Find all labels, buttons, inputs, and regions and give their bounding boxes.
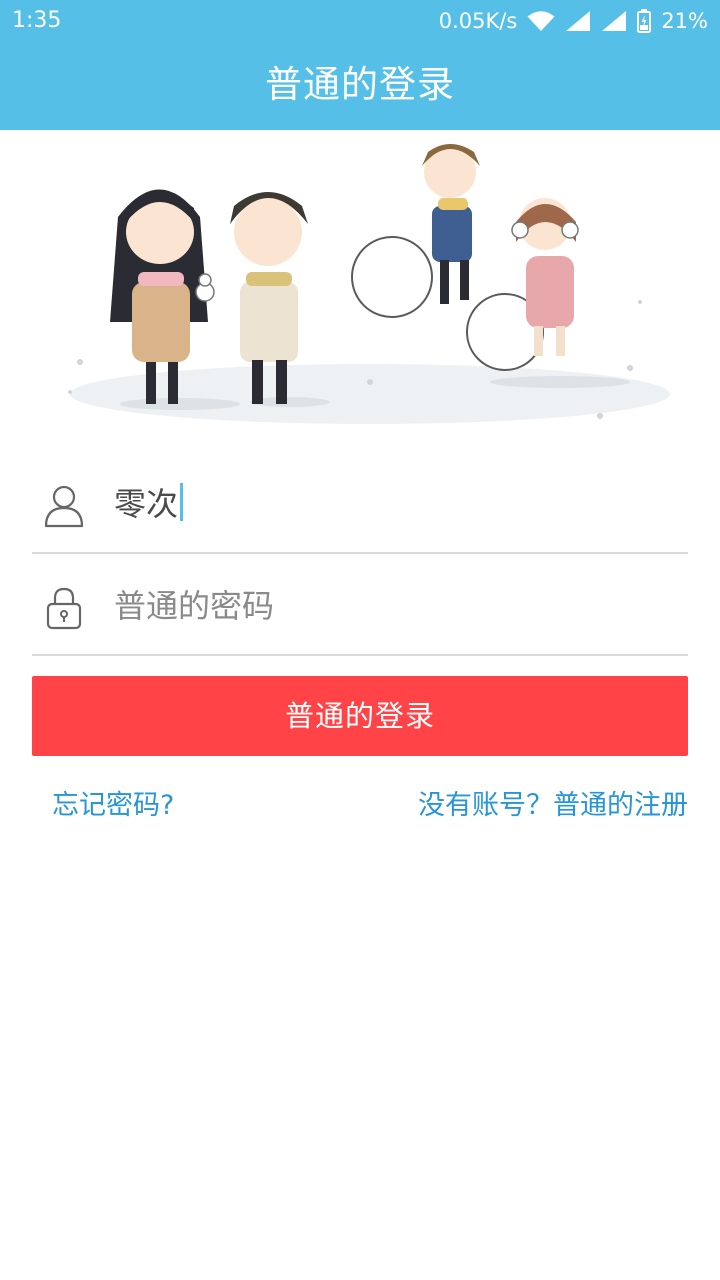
login-screen: 1:35 0.05K/s 21% 普通的登录 零次 普通的密码 普通的登录 忘记… [0, 0, 720, 1280]
lock-icon [44, 586, 84, 630]
status-bar: 1:35 0.05K/s 21% [0, 0, 720, 42]
text-caret [180, 483, 184, 521]
status-indicators: 0.05K/s 21% [439, 8, 708, 34]
login-button[interactable]: 普通的登录 [32, 676, 688, 756]
register-link[interactable]: 没有账号？普通的注册 [418, 786, 688, 826]
wifi-icon [527, 10, 555, 32]
app-bar: 普通的登录 [0, 42, 720, 130]
forgot-password-link[interactable]: 忘记密码? [52, 786, 174, 826]
user-icon [44, 484, 84, 528]
password-input[interactable]: 普通的密码 [114, 582, 274, 630]
network-speed: 0.05K/s [438, 9, 518, 33]
username-value: 零次 [114, 485, 179, 523]
username-input[interactable]: 零次 [114, 480, 184, 528]
status-time: 1:35 [12, 8, 62, 33]
username-field[interactable]: 零次 [32, 452, 688, 554]
signal-icon [565, 10, 591, 32]
illustration-image [40, 132, 680, 432]
page-title: 普通的登录 [265, 63, 455, 106]
signal-icon [601, 10, 627, 32]
password-field[interactable]: 普通的密码 [32, 554, 688, 656]
battery-level: 21% [661, 9, 708, 33]
battery-icon [637, 9, 652, 33]
